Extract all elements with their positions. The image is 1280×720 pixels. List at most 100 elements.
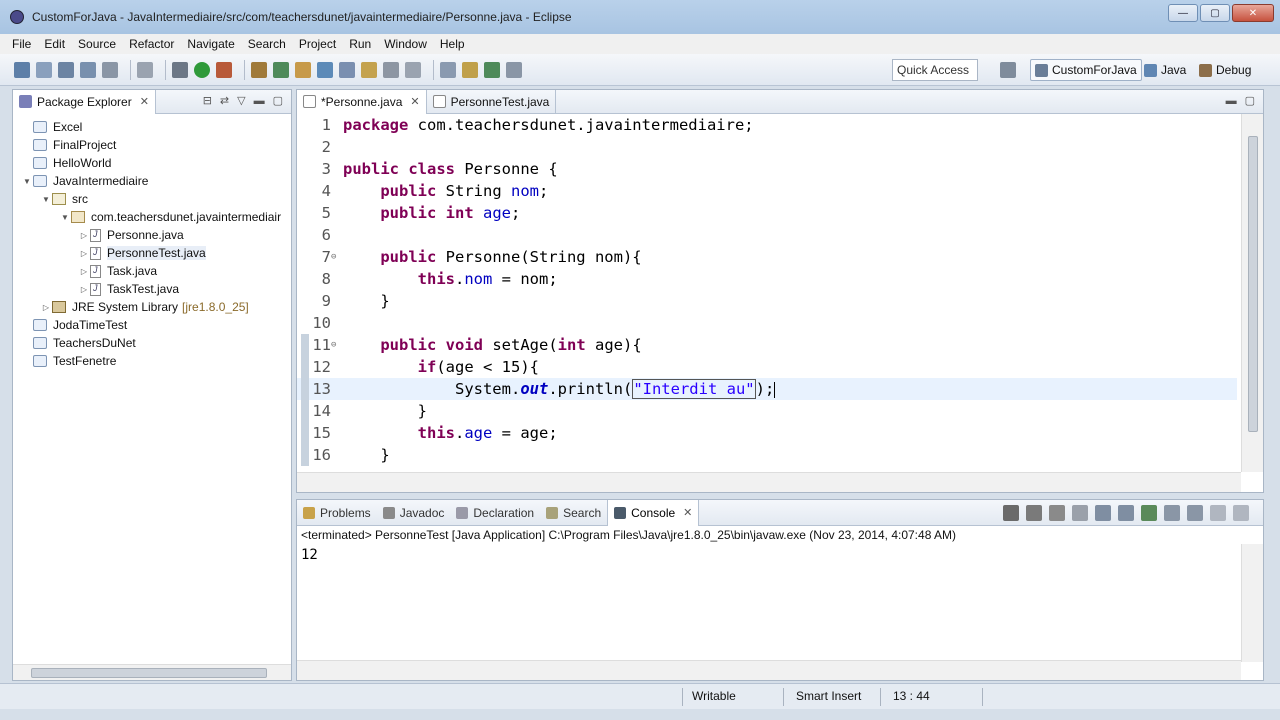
code-line[interactable]: 4 public String nom; [297,180,1237,202]
open-folder-icon[interactable] [295,61,311,78]
pin-console-icon[interactable] [1141,505,1157,521]
expand-toggle-icon[interactable]: ▷ [78,285,90,294]
close-icon[interactable]: ✕ [410,95,419,108]
menu-search[interactable]: Search [248,37,286,51]
tree-item[interactable]: FinalProject [13,136,291,154]
maximize-icon[interactable]: ▢ [273,94,283,107]
vertical-scrollbar[interactable] [1241,114,1263,472]
code-line[interactable]: 2 [297,136,1237,158]
maximize-icon[interactable] [1233,505,1249,521]
tab-package-explorer[interactable]: Package Explorer ✕ [13,89,156,114]
debug-icon[interactable] [172,61,188,78]
close-icon[interactable]: ✕ [140,95,149,108]
code-line[interactable]: 5 public int age; [297,202,1237,224]
menu-file[interactable]: File [12,37,31,51]
new-java-project-icon[interactable] [251,61,267,78]
code-line[interactable]: 14 } [297,400,1237,422]
open-type-icon[interactable] [36,61,52,78]
scroll-lock-icon[interactable] [1095,505,1111,521]
run-icon[interactable] [194,61,210,78]
tree-item[interactable]: ▷ JRE System Library [jre1.8.0_25] [13,298,291,316]
last-edit-icon[interactable] [462,61,478,78]
perspective-debug[interactable]: Debug [1199,59,1251,81]
code-line[interactable]: 15 this.age = age; [297,422,1237,444]
expand-toggle-icon[interactable]: ▷ [78,267,90,276]
skip-breakpoints-icon[interactable] [137,61,153,78]
tree-item[interactable]: ▷ PersonneTest.java [13,244,291,262]
back-arrow-icon[interactable] [484,61,500,78]
code-line[interactable]: 1 package com.teachersdunet.javaintermedi… [297,114,1237,136]
tab-console[interactable]: Console ✕ [607,499,700,526]
tree-item[interactable]: ▷ Personne.java [13,226,291,244]
open-console-icon[interactable] [1187,505,1203,521]
open-perspective-icon[interactable] [1000,62,1016,78]
tree-item[interactable]: TestFenetre [13,352,291,370]
maximize-button[interactable]: ▢ [1200,4,1230,22]
new-icon[interactable] [14,61,30,78]
code-line[interactable]: 12 if(age < 15){ [297,356,1237,378]
code-line[interactable]: 16 } [297,444,1237,466]
menu-refactor[interactable]: Refactor [129,37,174,51]
search-icon[interactable] [339,61,355,78]
tab-personnetest-java[interactable]: PersonneTest.java [427,89,557,114]
next-annotation-icon[interactable] [440,61,456,78]
expand-toggle-icon[interactable]: ▷ [78,249,90,258]
minimize-icon[interactable]: ▬ [254,95,265,107]
tree-item[interactable]: HelloWorld [13,154,291,172]
open-task-icon[interactable] [317,61,333,78]
external-tools-icon[interactable] [216,61,232,78]
fold-toggle-icon[interactable]: ⊖ [331,246,336,268]
expand-toggle-icon[interactable]: ▼ [59,213,71,222]
close-icon[interactable]: ✕ [683,506,692,519]
horizontal-scrollbar[interactable] [297,472,1241,492]
code-area[interactable]: 1 package com.teachersdunet.javaintermedi… [297,114,1237,466]
tab-search[interactable]: Search [540,500,607,526]
display-console-icon[interactable] [1164,505,1180,521]
menu-project[interactable]: Project [299,37,336,51]
clear-console-icon[interactable] [1072,505,1088,521]
word-wrap-icon[interactable] [1118,505,1134,521]
minimize-button[interactable]: — [1168,4,1198,22]
console-output[interactable]: 12 [301,547,318,563]
view-menu-icon[interactable]: ▽ [237,94,245,107]
expand-toggle-icon[interactable]: ▷ [40,303,52,312]
tree-item[interactable]: TeachersDuNet [13,334,291,352]
remove-all-icon[interactable] [1049,505,1065,521]
code-line[interactable]: 13 System.out.println("Interdit au"); [297,378,1237,400]
code-line[interactable]: 3 public class Personne { [297,158,1237,180]
horizontal-scrollbar[interactable] [297,660,1241,680]
tree-item[interactable]: JodaTimeTest [13,316,291,334]
remove-launch-icon[interactable] [1026,505,1042,521]
minimize-icon[interactable] [1210,505,1226,521]
minimize-icon[interactable]: ▬ [1226,95,1237,107]
menu-source[interactable]: Source [78,37,116,51]
scrollbar-thumb[interactable] [31,668,267,678]
tree-item[interactable]: Excel [13,118,291,136]
tree-item[interactable]: ▼ JavaIntermediaire [13,172,291,190]
tab-personne-java[interactable]: *Personne.java ✕ [297,89,427,114]
code-line[interactable]: 6 [297,224,1237,246]
terminate-icon[interactable] [1003,505,1019,521]
mark-occurrences-icon[interactable] [361,61,377,78]
show-whitespace-icon[interactable] [383,61,399,78]
collapse-all-icon[interactable]: ⊟ [203,94,212,107]
save-all-icon[interactable] [80,61,96,78]
menu-navigate[interactable]: Navigate [187,37,234,51]
perspective-customforjava[interactable]: CustomForJava [1030,59,1142,81]
block-selection-icon[interactable] [405,61,421,78]
quick-access-input[interactable]: Quick Access [892,59,978,81]
code-line[interactable]: 10 [297,312,1237,334]
code-line[interactable]: 8 this.nom = nom; [297,268,1237,290]
expand-toggle-icon[interactable]: ▼ [21,177,33,186]
menu-edit[interactable]: Edit [44,37,65,51]
scrollbar-thumb[interactable] [1248,136,1258,432]
tree-item[interactable]: ▼ com.teachersdunet.javaintermediair [13,208,291,226]
expand-toggle-icon[interactable]: ▼ [40,195,52,204]
code-line[interactable]: 9 } [297,290,1237,312]
perspective-java[interactable]: Java [1144,59,1186,81]
tree-item[interactable]: ▼ src [13,190,291,208]
menu-window[interactable]: Window [384,37,427,51]
tab-declaration[interactable]: Declaration [450,500,540,526]
code-line[interactable]: 11 ⊖ public void setAge(int age){ [297,334,1237,356]
expand-toggle-icon[interactable]: ▷ [78,231,90,240]
